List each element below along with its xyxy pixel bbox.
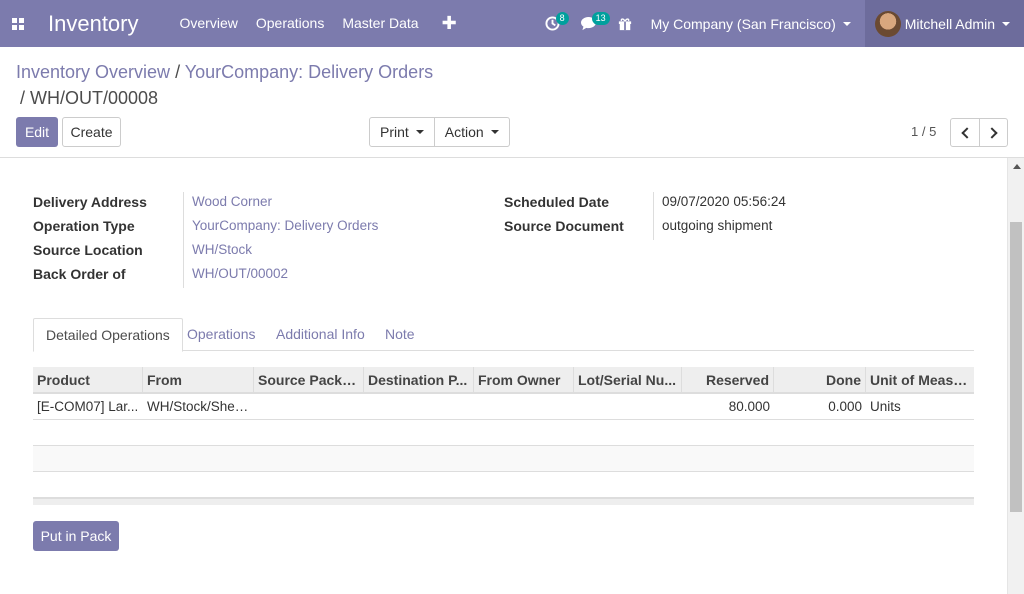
cell-from: WH/Stock/Shelf 1	[147, 399, 253, 414]
table-row-empty	[33, 420, 974, 446]
back-order-of-label: Back Order of	[33, 266, 126, 282]
gift-icon[interactable]	[607, 0, 643, 47]
breadcrumb-delivery-orders[interactable]: YourCompany: Delivery Orders	[185, 62, 433, 82]
user-menu[interactable]: Mitchell Admin	[864, 0, 1024, 47]
chevron-left-icon	[960, 126, 973, 139]
main-menu: Overview Operations Master Data ✚	[171, 0, 471, 47]
top-navbar: Inventory Overview Operations Master Dat…	[0, 0, 1024, 47]
column-unit-of-measure[interactable]: Unit of Measu...	[866, 367, 974, 392]
tab-note[interactable]: Note	[373, 318, 427, 351]
page-title: WH/OUT/00008	[30, 88, 159, 108]
tab-additional-info[interactable]: Additional Info	[264, 318, 377, 351]
column-destination-package[interactable]: Destination P...	[364, 367, 474, 392]
cell-destination-package	[364, 394, 474, 419]
breadcrumb: Inventory Overview / YourCompany: Delive…	[16, 59, 456, 111]
column-done[interactable]: Done	[774, 367, 866, 392]
scrollbar-thumb[interactable]	[1010, 222, 1022, 512]
menu-master-data[interactable]: Master Data	[333, 0, 427, 47]
pager-previous-button[interactable]	[951, 119, 979, 146]
field-separator	[653, 192, 654, 240]
action-dropdown-button[interactable]: Action	[433, 118, 509, 146]
apps-menu-icon[interactable]	[2, 0, 34, 47]
back-order-of-value[interactable]: WH/OUT/00002	[192, 266, 288, 281]
delivery-address-value[interactable]: Wood Corner	[192, 194, 272, 209]
user-name: Mitchell Admin	[904, 15, 995, 32]
cell-product: [E-COM07] Lar...	[37, 399, 139, 414]
chevron-down-icon	[490, 130, 499, 134]
tab-detailed-operations[interactable]: Detailed Operations	[33, 318, 183, 352]
plus-icon[interactable]: ✚	[428, 0, 471, 47]
menu-operations[interactable]: Operations	[247, 0, 333, 47]
breadcrumb-separator: /	[170, 62, 185, 82]
chevron-down-icon	[415, 130, 424, 134]
company-switcher[interactable]: My Company (San Francisco)	[643, 16, 865, 32]
pager-next-button[interactable]	[979, 119, 1007, 146]
cell-lot-serial	[574, 394, 682, 419]
cell-reserved: 80.000	[728, 399, 770, 414]
pager-value[interactable]: 1 / 5	[911, 124, 936, 139]
source-document-value: outgoing shipment	[662, 218, 773, 233]
column-lot-serial[interactable]: Lot/Serial Nu...	[574, 367, 682, 392]
source-document-label: Source Document	[504, 218, 624, 234]
print-label: Print	[380, 124, 409, 140]
menu-overview[interactable]: Overview	[171, 0, 247, 47]
detailed-operations-table: Product From Source Packa... Destination…	[33, 367, 974, 505]
scroll-up-icon[interactable]	[1013, 164, 1021, 169]
chevron-right-icon	[986, 126, 998, 139]
cell-done: 0.000	[828, 399, 862, 414]
activity-count-badge: 8	[555, 12, 569, 25]
table-row-empty	[33, 446, 974, 472]
table-footer	[33, 498, 974, 505]
field-separator	[183, 192, 184, 288]
cell-unit-of-measure: Units	[870, 399, 901, 414]
column-reserved[interactable]: Reserved	[682, 367, 774, 392]
delivery-address-label: Delivery Address	[33, 194, 147, 210]
source-location-value[interactable]: WH/Stock	[192, 242, 252, 257]
cell-source-package	[254, 394, 364, 419]
column-from-owner[interactable]: From Owner	[474, 367, 574, 392]
column-from[interactable]: From	[143, 367, 254, 392]
print-dropdown-button[interactable]: Print	[370, 118, 434, 146]
chevron-down-icon	[842, 21, 851, 26]
messages-chat-icon[interactable]: 13	[571, 0, 610, 47]
operation-type-label: Operation Type	[33, 218, 135, 234]
source-location-label: Source Location	[33, 242, 143, 258]
breadcrumb-separator: /	[20, 88, 31, 108]
systray: 8 13 My Company (San Francisco) Mitchell…	[535, 0, 1024, 47]
scheduled-date-label: Scheduled Date	[504, 194, 610, 210]
chevron-down-icon	[1002, 21, 1010, 26]
avatar	[874, 10, 901, 37]
notebook-tabs: Detailed Operations Operations Additiona…	[33, 318, 974, 352]
table-header: Product From Source Packa... Destination…	[33, 367, 974, 394]
cell-from-owner	[474, 394, 574, 419]
vertical-scrollbar[interactable]	[1007, 158, 1024, 594]
breadcrumb-inventory-overview[interactable]: Inventory Overview	[16, 62, 170, 82]
column-source-package[interactable]: Source Packa...	[254, 367, 364, 392]
app-title[interactable]: Inventory	[48, 11, 139, 37]
activity-clock-icon[interactable]: 8	[535, 0, 571, 47]
tab-operations[interactable]: Operations	[175, 318, 267, 351]
action-label: Action	[444, 124, 484, 140]
scheduled-date-value: 09/07/2020 05:56:24	[662, 194, 786, 209]
operation-type-value[interactable]: YourCompany: Delivery Orders	[192, 218, 378, 233]
company-name: My Company (San Francisco)	[650, 15, 836, 32]
put-in-pack-button[interactable]: Put in Pack	[33, 521, 119, 551]
column-product[interactable]: Product	[33, 367, 143, 392]
print-action-group: Print Action	[369, 117, 510, 147]
edit-button[interactable]: Edit	[16, 117, 58, 147]
table-row-empty	[33, 472, 974, 498]
pager-buttons	[950, 118, 1008, 147]
table-row[interactable]: [E-COM07] Lar... WH/Stock/Shelf 1 80.000…	[33, 394, 974, 420]
create-button[interactable]: Create	[62, 117, 121, 147]
